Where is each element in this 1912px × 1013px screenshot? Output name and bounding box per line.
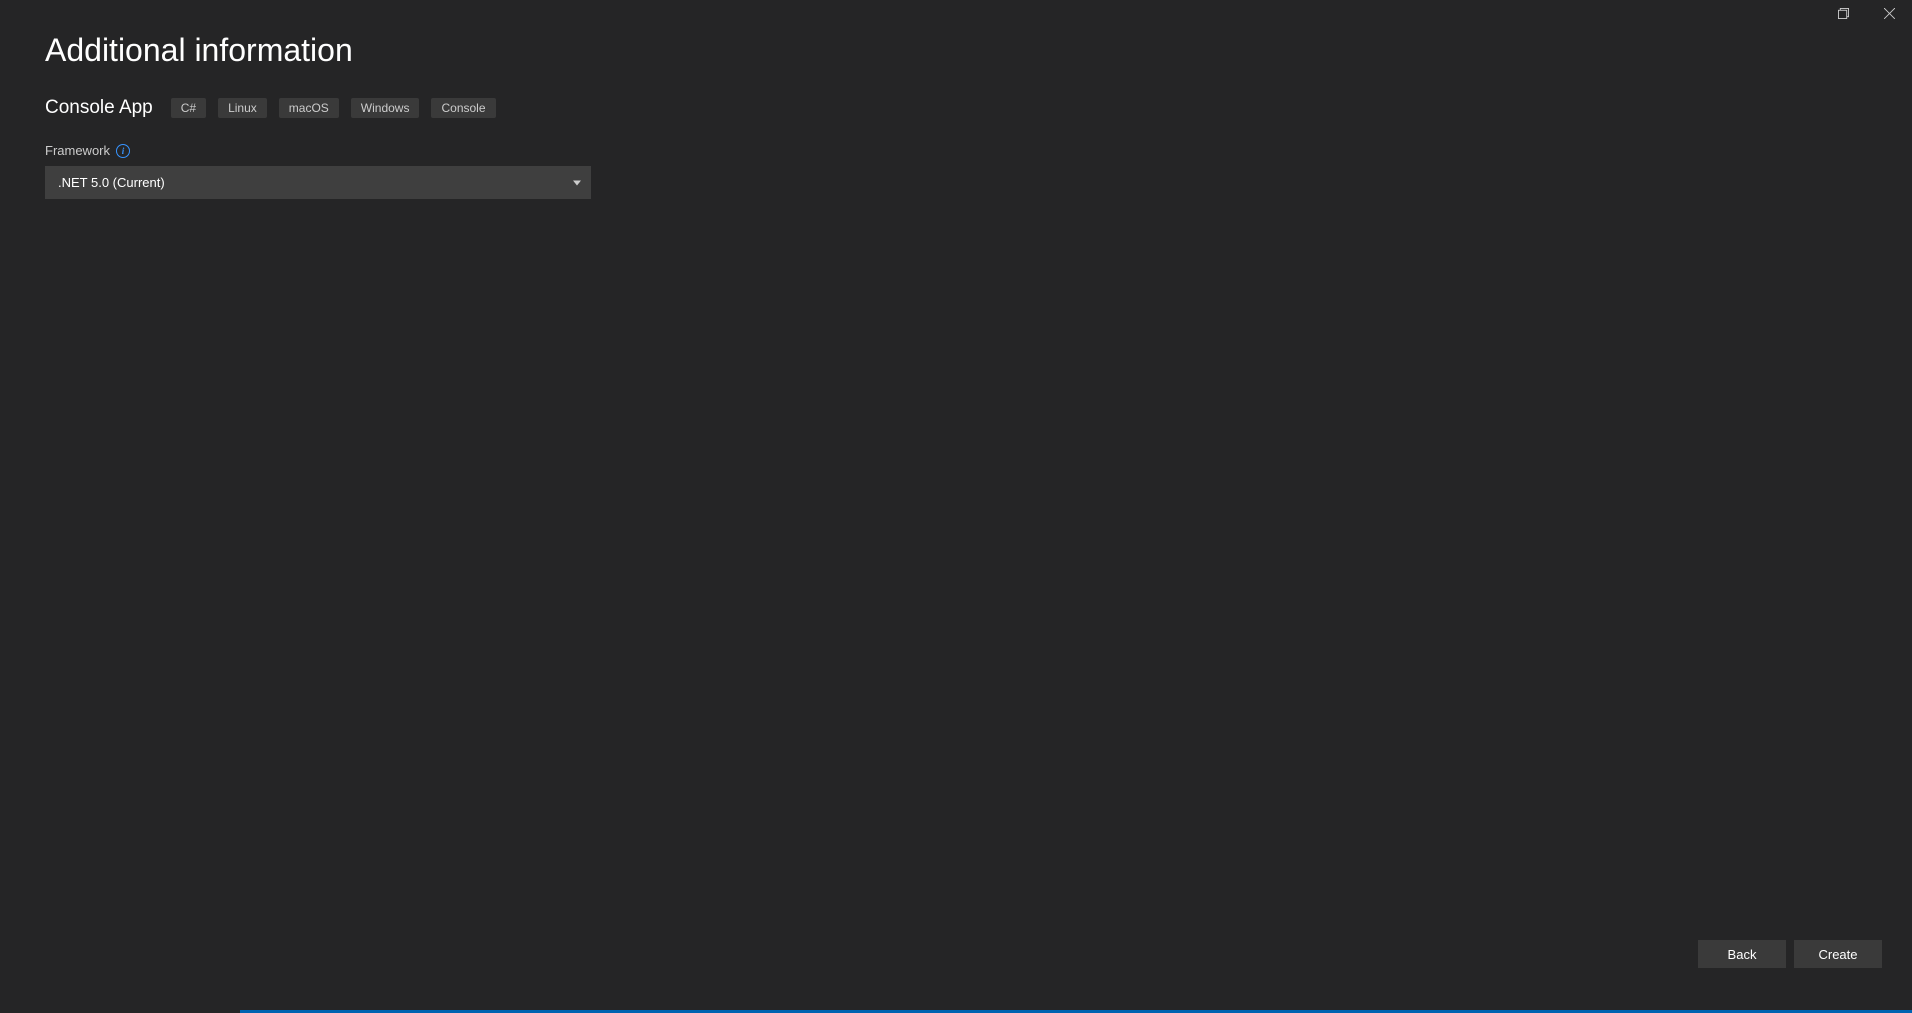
project-summary-row: Console App C# Linux macOS Windows Conso… bbox=[45, 97, 1867, 119]
framework-select-wrap: .NET 5.0 (Current) bbox=[45, 166, 591, 199]
project-tag: Windows bbox=[351, 98, 420, 118]
project-tag: C# bbox=[171, 98, 206, 118]
back-button[interactable]: Back bbox=[1698, 940, 1786, 968]
project-tag: macOS bbox=[279, 98, 339, 118]
framework-label-row: Framework i bbox=[45, 143, 1867, 158]
info-icon[interactable]: i bbox=[116, 144, 130, 158]
maximize-restore-button[interactable] bbox=[1820, 0, 1866, 30]
framework-select[interactable]: .NET 5.0 (Current) bbox=[45, 166, 591, 199]
footer-buttons: Back Create bbox=[1698, 940, 1882, 968]
page-title: Additional information bbox=[45, 32, 1867, 69]
close-button[interactable] bbox=[1866, 0, 1912, 30]
project-tag: Console bbox=[431, 98, 495, 118]
project-tag: Linux bbox=[218, 98, 267, 118]
titlebar bbox=[1820, 0, 1912, 30]
project-template-name: Console App bbox=[45, 97, 153, 119]
create-button[interactable]: Create bbox=[1794, 940, 1882, 968]
framework-label: Framework bbox=[45, 143, 110, 158]
main-content: Additional information Console App C# Li… bbox=[0, 0, 1912, 199]
maximize-restore-icon bbox=[1838, 6, 1849, 24]
close-icon bbox=[1884, 6, 1895, 24]
